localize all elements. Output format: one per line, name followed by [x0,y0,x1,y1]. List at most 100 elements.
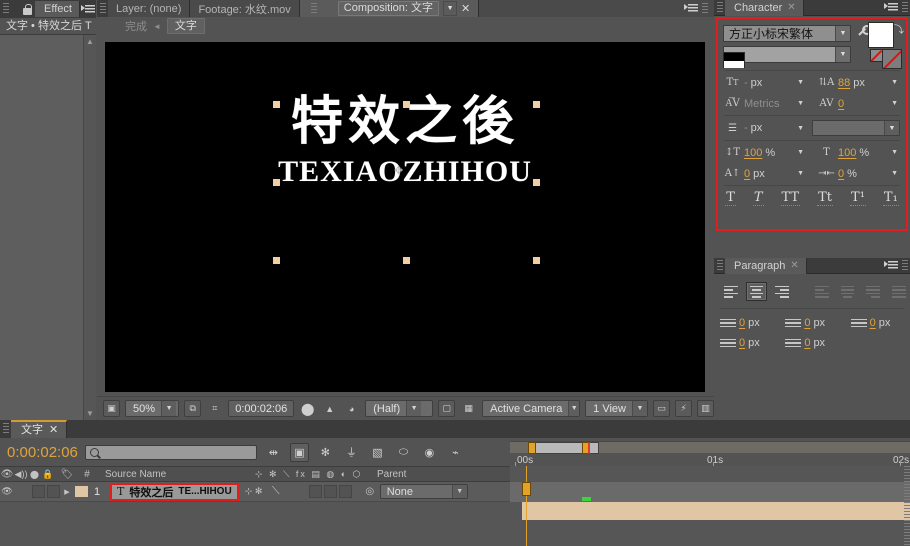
composition-canvas-area[interactable]: 特效之後 TEXIAOZHIHOU ✥ [97,35,714,396]
tab-paragraph-close-icon[interactable]: ✕ [790,258,798,274]
parent-pickwhip-icon[interactable]: ◎ [360,486,380,497]
layer-name-highlight[interactable]: T 特效之后 TE...HIHOU [110,483,239,501]
horizontal-scale-stepper-icon[interactable]: ▼ [891,149,898,156]
layer-switch-3[interactable] [339,485,352,498]
timeline-search-input[interactable] [85,445,257,460]
superscript-button[interactable]: T¹ [850,191,866,206]
auto-keyframe-icon[interactable]: ◉ [420,443,439,462]
anchor-point-icon[interactable]: ✥ [394,164,404,174]
zoom-level-select[interactable]: 50% ▼ [125,400,179,417]
all-caps-button[interactable]: TT [781,191,801,206]
leading-field[interactable]: ⇅A 88 px ▼ [812,72,906,93]
layer-lock-toggle[interactable] [47,485,60,498]
channel-icon[interactable]: ◕ [343,400,360,417]
align-left-button[interactable] [720,282,742,301]
font-size-stepper-icon[interactable]: ▼ [797,79,804,86]
number-column-header[interactable]: # [79,469,95,480]
justify-all-button[interactable] [888,282,910,301]
tracking-field[interactable]: AV 0 ▼ [812,93,906,114]
comp-tab-close-icon[interactable]: ✕ [461,2,470,15]
paragraph-grip-icon-2[interactable] [902,260,908,272]
lock-column-icon[interactable]: 🔒 [41,469,55,480]
brainstorm-icon[interactable]: ⬭ [394,443,413,462]
faux-bold-button[interactable]: T [725,191,736,206]
breadcrumb-root[interactable]: 完成 [125,18,147,34]
paragraph-panel-menu-icon[interactable] [884,260,899,271]
font-size-field[interactable]: TT - px ▼ [718,72,812,93]
selection-handle-bl[interactable] [273,257,280,264]
selection-handle-br[interactable] [533,257,540,264]
tracking-stepper-icon[interactable]: ▼ [891,100,898,107]
breadcrumb-current[interactable]: 文字 [167,18,205,34]
scroll-up-icon[interactable]: ▲ [84,35,96,48]
selection-handle-mr[interactable] [533,179,540,186]
default-fill-stroke-icon[interactable] [723,52,745,68]
tab-effect[interactable]: Effect [35,1,80,17]
indent-first-line-field[interactable]: 0 px [845,313,910,333]
composition-stage[interactable]: 特效之後 TEXIAOZHIHOU ✥ [105,42,705,392]
layer-expand-icon[interactable]: ▶ [60,488,74,496]
tab-paragraph[interactable]: Paragraph ✕ [725,258,807,274]
justify-last-center-button[interactable] [837,282,859,301]
viewer-grip-icon[interactable] [100,3,106,15]
timeline-ruler[interactable]: 00s 01s 02s [510,438,910,466]
keyframe-marker[interactable] [582,497,591,501]
faux-italic-button[interactable]: T [753,191,764,206]
chevron-down-icon-3[interactable]: ▼ [568,401,579,416]
show-snapshot-icon[interactable]: ▲ [321,400,338,417]
resolution-select[interactable]: (Half) ▼ [365,400,433,417]
video-column-icon[interactable]: 👁 [0,469,14,480]
justify-last-right-button[interactable] [862,282,884,301]
hide-shy-layers-icon[interactable]: ✻ [316,443,335,462]
tsume-field[interactable]: ⇥⇤ 0 % ▼ [812,163,906,184]
swap-fill-stroke-icon[interactable]: ⤵ [894,21,905,32]
stroke-width-field[interactable]: ☰ - px ▼ [718,118,812,139]
viewer-panel-menu-icon[interactable] [684,3,699,14]
transparency-grid-icon[interactable]: ▦ [460,400,477,417]
lock-icon[interactable] [21,3,34,16]
table-row[interactable]: 👁 ▶ 1 T 特效之后 TE...HIHOU ⊹ ✻ ⟍ ◎ None ▼ [0,482,510,502]
paragraph-grip-icon[interactable] [717,260,723,272]
selection-handle-bc[interactable] [403,257,410,264]
snapshot-icon[interactable]: ⬤ [299,400,316,417]
chevron-down-icon-2[interactable]: ▼ [406,401,421,416]
justify-last-left-button[interactable] [811,282,833,301]
layer-switch-2[interactable] [324,485,337,498]
baseline-shift-field[interactable]: A↑ 0 px ▼ [718,163,812,184]
draft-3d-icon[interactable]: ▣ [290,443,309,462]
layer-video-toggle[interactable]: 👁 [0,486,14,497]
work-area-bar[interactable] [510,441,910,453]
timeline-icon[interactable]: ▥ [697,400,714,417]
vertical-scale-field[interactable]: ↕T 100 % ▼ [718,142,812,163]
audio-column-icon[interactable]: ◀)) [14,469,28,480]
kerning-stepper-icon[interactable]: ▼ [797,100,804,107]
tab-timeline-comp[interactable]: 文字 ✕ [11,420,67,438]
tab-character[interactable]: Character ✕ [725,0,804,16]
indent-left-field[interactable]: 0 px [714,313,779,333]
character-panel-menu-icon[interactable] [884,2,899,13]
selection-handle-ml[interactable] [273,179,280,186]
subscript-button[interactable]: T₁ [883,191,899,206]
source-name-column-header[interactable]: Source Name [95,469,255,480]
chevron-down-icon[interactable]: ▼ [835,26,850,41]
stroke-style-select[interactable]: ▼ [812,120,900,136]
layer-label-color[interactable] [75,486,88,497]
layer-shy-toggle[interactable]: ⊹ ✻ [239,486,269,497]
current-time-indicator[interactable] [522,482,531,496]
layer-solo-toggle[interactable] [32,485,45,498]
region-of-interest-icon[interactable]: ⧉ [184,400,201,417]
solo-column-icon[interactable]: ⬤ [28,470,41,479]
viewer-time-field[interactable]: 0:00:02:06 [228,400,294,417]
frame-blending-icon[interactable]: ⏚ [342,443,361,462]
chevron-down-icon-4[interactable]: ▼ [632,401,647,416]
leading-stepper-icon[interactable]: ▼ [891,79,898,86]
graph-editor-icon[interactable]: ⌁ [446,443,465,462]
kerning-field[interactable]: A͞V Metrics ▼ [718,93,812,114]
tab-layer[interactable]: Layer: (none) [108,0,190,17]
effect-scrollbar[interactable]: ▲ ▼ [83,35,96,420]
panel-menu-icon[interactable] [81,4,96,15]
mask-toggle-icon[interactable]: ⌗ [206,400,223,417]
label-column-icon[interactable]: 🏷 [55,469,79,480]
views-select[interactable]: 1 View ▼ [585,400,648,417]
tab-footage[interactable]: Footage: 水纹.mov [190,0,299,17]
